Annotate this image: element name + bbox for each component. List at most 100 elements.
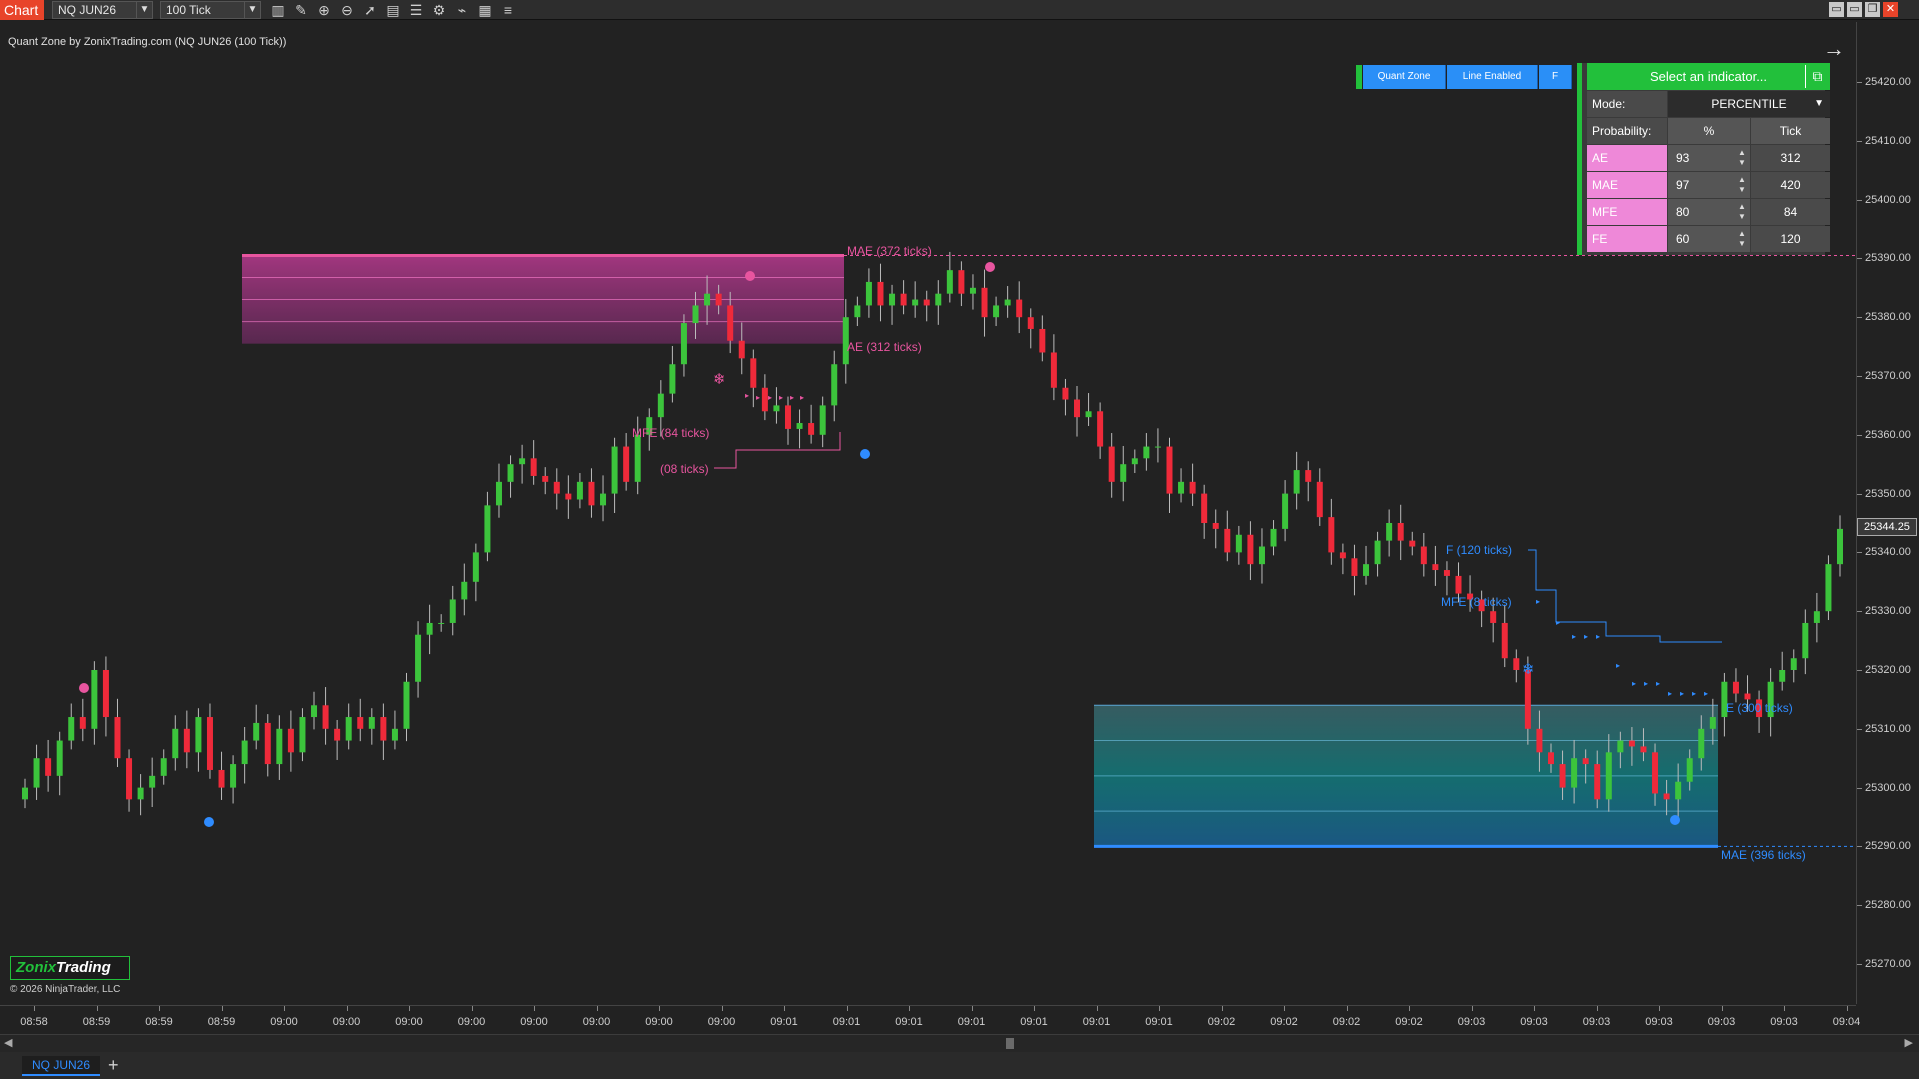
candle-body — [1224, 528, 1231, 553]
candle-body — [1085, 411, 1092, 418]
candle-body — [137, 787, 144, 800]
candle-body — [1524, 670, 1531, 729]
time-tick — [846, 1006, 848, 1011]
current-price-badge: 25344.25 — [1857, 518, 1917, 537]
price-label: 25280.00 — [1865, 899, 1911, 912]
price-tick — [1857, 905, 1862, 907]
price-tick — [1857, 82, 1862, 83]
candle-body — [542, 475, 549, 482]
time-tick — [159, 1006, 160, 1011]
candle-body — [1143, 446, 1150, 459]
data-box-icon[interactable]: ▤ — [383, 1, 403, 19]
chart-trader-icon[interactable]: ▦ — [475, 1, 495, 19]
minimize-icon[interactable]: ▭ — [1847, 2, 1862, 17]
candle-body — [1282, 493, 1289, 529]
zoom-out-icon[interactable]: ⊖ — [337, 1, 357, 19]
indicator-icon[interactable]: ⌁ — [452, 1, 472, 19]
time-tick — [971, 1006, 973, 1011]
candle-body — [1594, 764, 1601, 800]
candle-body — [1270, 528, 1277, 547]
price-tick — [1857, 434, 1862, 436]
candle-body — [1178, 481, 1185, 494]
price-label: 25270.00 — [1865, 958, 1911, 970]
pink-arrow-marker: ▸ — [800, 393, 804, 402]
blue-arrow-marker: ▸ — [1680, 689, 1684, 698]
tab-nq-jun26[interactable]: NQ JUN26 — [22, 1056, 100, 1076]
candle-body — [1050, 352, 1057, 388]
pct-stepper[interactable]: 60 ▲ ▼ — [1668, 226, 1750, 252]
bar-type-icon[interactable]: ▥ — [268, 1, 288, 19]
stepper-arrows-icon[interactable]: ▲ ▼ — [1737, 229, 1747, 249]
strategy-icon[interactable]: ⚙ — [429, 1, 449, 19]
candle-body — [1802, 622, 1809, 659]
stepper-arrows-icon[interactable]: ▲ ▼ — [1737, 148, 1747, 168]
chart-tab[interactable]: Chart — [0, 0, 44, 20]
pct-stepper[interactable]: 93 ▲ ▼ — [1668, 145, 1750, 171]
candle-body — [680, 323, 687, 365]
candle-body — [1120, 464, 1127, 482]
line-enabled-button[interactable]: Line Enabled — [1447, 65, 1538, 89]
quant-zone-button[interactable]: Quant Zone — [1363, 65, 1446, 89]
candle-body — [1351, 558, 1358, 576]
time-label: 09:00 — [457, 1016, 486, 1028]
pct-stepper[interactable]: 97 ▲ ▼ — [1668, 172, 1750, 198]
candle-body — [1004, 299, 1011, 306]
time-label: 09:01 — [1020, 1016, 1048, 1028]
scroll-thumb[interactable] — [1006, 1038, 1014, 1049]
time-tick — [721, 1006, 723, 1011]
candle-body — [1663, 793, 1670, 800]
candle-body — [1790, 658, 1797, 670]
time-label: 09:04 — [1832, 1016, 1861, 1028]
probability-row-fe: FE 60 ▲ ▼ 120 — [1587, 226, 1830, 252]
candle-body — [1547, 752, 1554, 765]
candle-body — [311, 705, 318, 718]
scroll-right-icon[interactable]: ▶ — [1905, 1036, 1913, 1049]
pointer-icon[interactable]: ➚ — [360, 1, 380, 19]
candle-body — [773, 405, 780, 412]
close-icon[interactable]: ✕ — [1883, 2, 1898, 17]
time-label: 08:58 — [20, 1016, 48, 1028]
blue-arrow-marker: ▸ — [1632, 679, 1636, 688]
instrument-selector[interactable]: NQ JUN26 ▼ — [52, 1, 153, 19]
candle-body — [1744, 693, 1751, 700]
time-tick — [1784, 1006, 1785, 1011]
maximize-icon[interactable]: ❐ — [1865, 2, 1880, 17]
time-tick — [1596, 1006, 1598, 1011]
time-label: 09:00 — [270, 1016, 298, 1028]
blue-mfe-label: MFE (8 ticks) — [1441, 595, 1512, 609]
stepper-arrows-icon[interactable]: ▲ ▼ — [1737, 175, 1747, 195]
mode-label: Mode: — [1587, 91, 1667, 117]
candle-body — [1732, 681, 1739, 694]
scroll-left-icon[interactable]: ◀ — [4, 1036, 12, 1049]
restore-icon[interactable]: ▭ — [1829, 2, 1844, 17]
interval-selector[interactable]: 100 Tick ▼ — [160, 1, 261, 19]
pink-snowflake-icon: ❄ — [713, 370, 726, 388]
horizontal-scrollbar[interactable]: ◀ ▶ — [0, 1034, 1919, 1052]
time-tick — [909, 1006, 910, 1011]
external-link-icon[interactable]: ⧉ — [1805, 65, 1829, 88]
price-axis[interactable]: 25420.00 25410.00 25400.00 25390.00 25380.00… — [1856, 22, 1919, 1004]
time-axis[interactable]: 08:58 08:59 08:59 08:59 09:00 09:00 09:00 09:00… — [0, 1005, 1860, 1033]
zoom-in-icon[interactable]: ⊕ — [314, 1, 334, 19]
add-tab-button[interactable]: + — [108, 1055, 119, 1076]
pink-arrow-marker: ▸ — [768, 393, 772, 402]
mode-dropdown[interactable]: PERCENTILE ▼ — [1668, 91, 1830, 117]
top-toolbar: Chart NQ JUN26 ▼ 100 Tick ▼ ▥ ✎ ⊕ ⊖ ➚ ▤ ☰ ⚙ ⌁ ▦ ≡ … — [0, 0, 1919, 20]
pencil-icon[interactable]: ✎ — [291, 1, 311, 19]
candle-body — [1490, 611, 1497, 623]
pct-stepper[interactable]: 80 ▲ ▼ — [1668, 199, 1750, 225]
time-tick — [1409, 1006, 1410, 1011]
candle-body — [1062, 387, 1069, 400]
candle-body — [784, 405, 791, 429]
properties-icon[interactable]: ☰ — [406, 1, 426, 19]
candle-body — [565, 493, 572, 500]
list-icon[interactable]: ≡ — [498, 1, 518, 19]
stepper-arrows-icon[interactable]: ▲ ▼ — [1737, 202, 1747, 222]
pct-value: 97 — [1676, 178, 1690, 192]
f-button[interactable]: F — [1539, 65, 1572, 89]
candle-body — [368, 717, 375, 729]
indicator-selector[interactable]: Select an indicator... ⧉ — [1587, 63, 1830, 90]
candle-body — [1813, 611, 1820, 623]
chevron-down-icon: ▼ — [1814, 98, 1824, 109]
pink-step-line — [714, 432, 841, 469]
